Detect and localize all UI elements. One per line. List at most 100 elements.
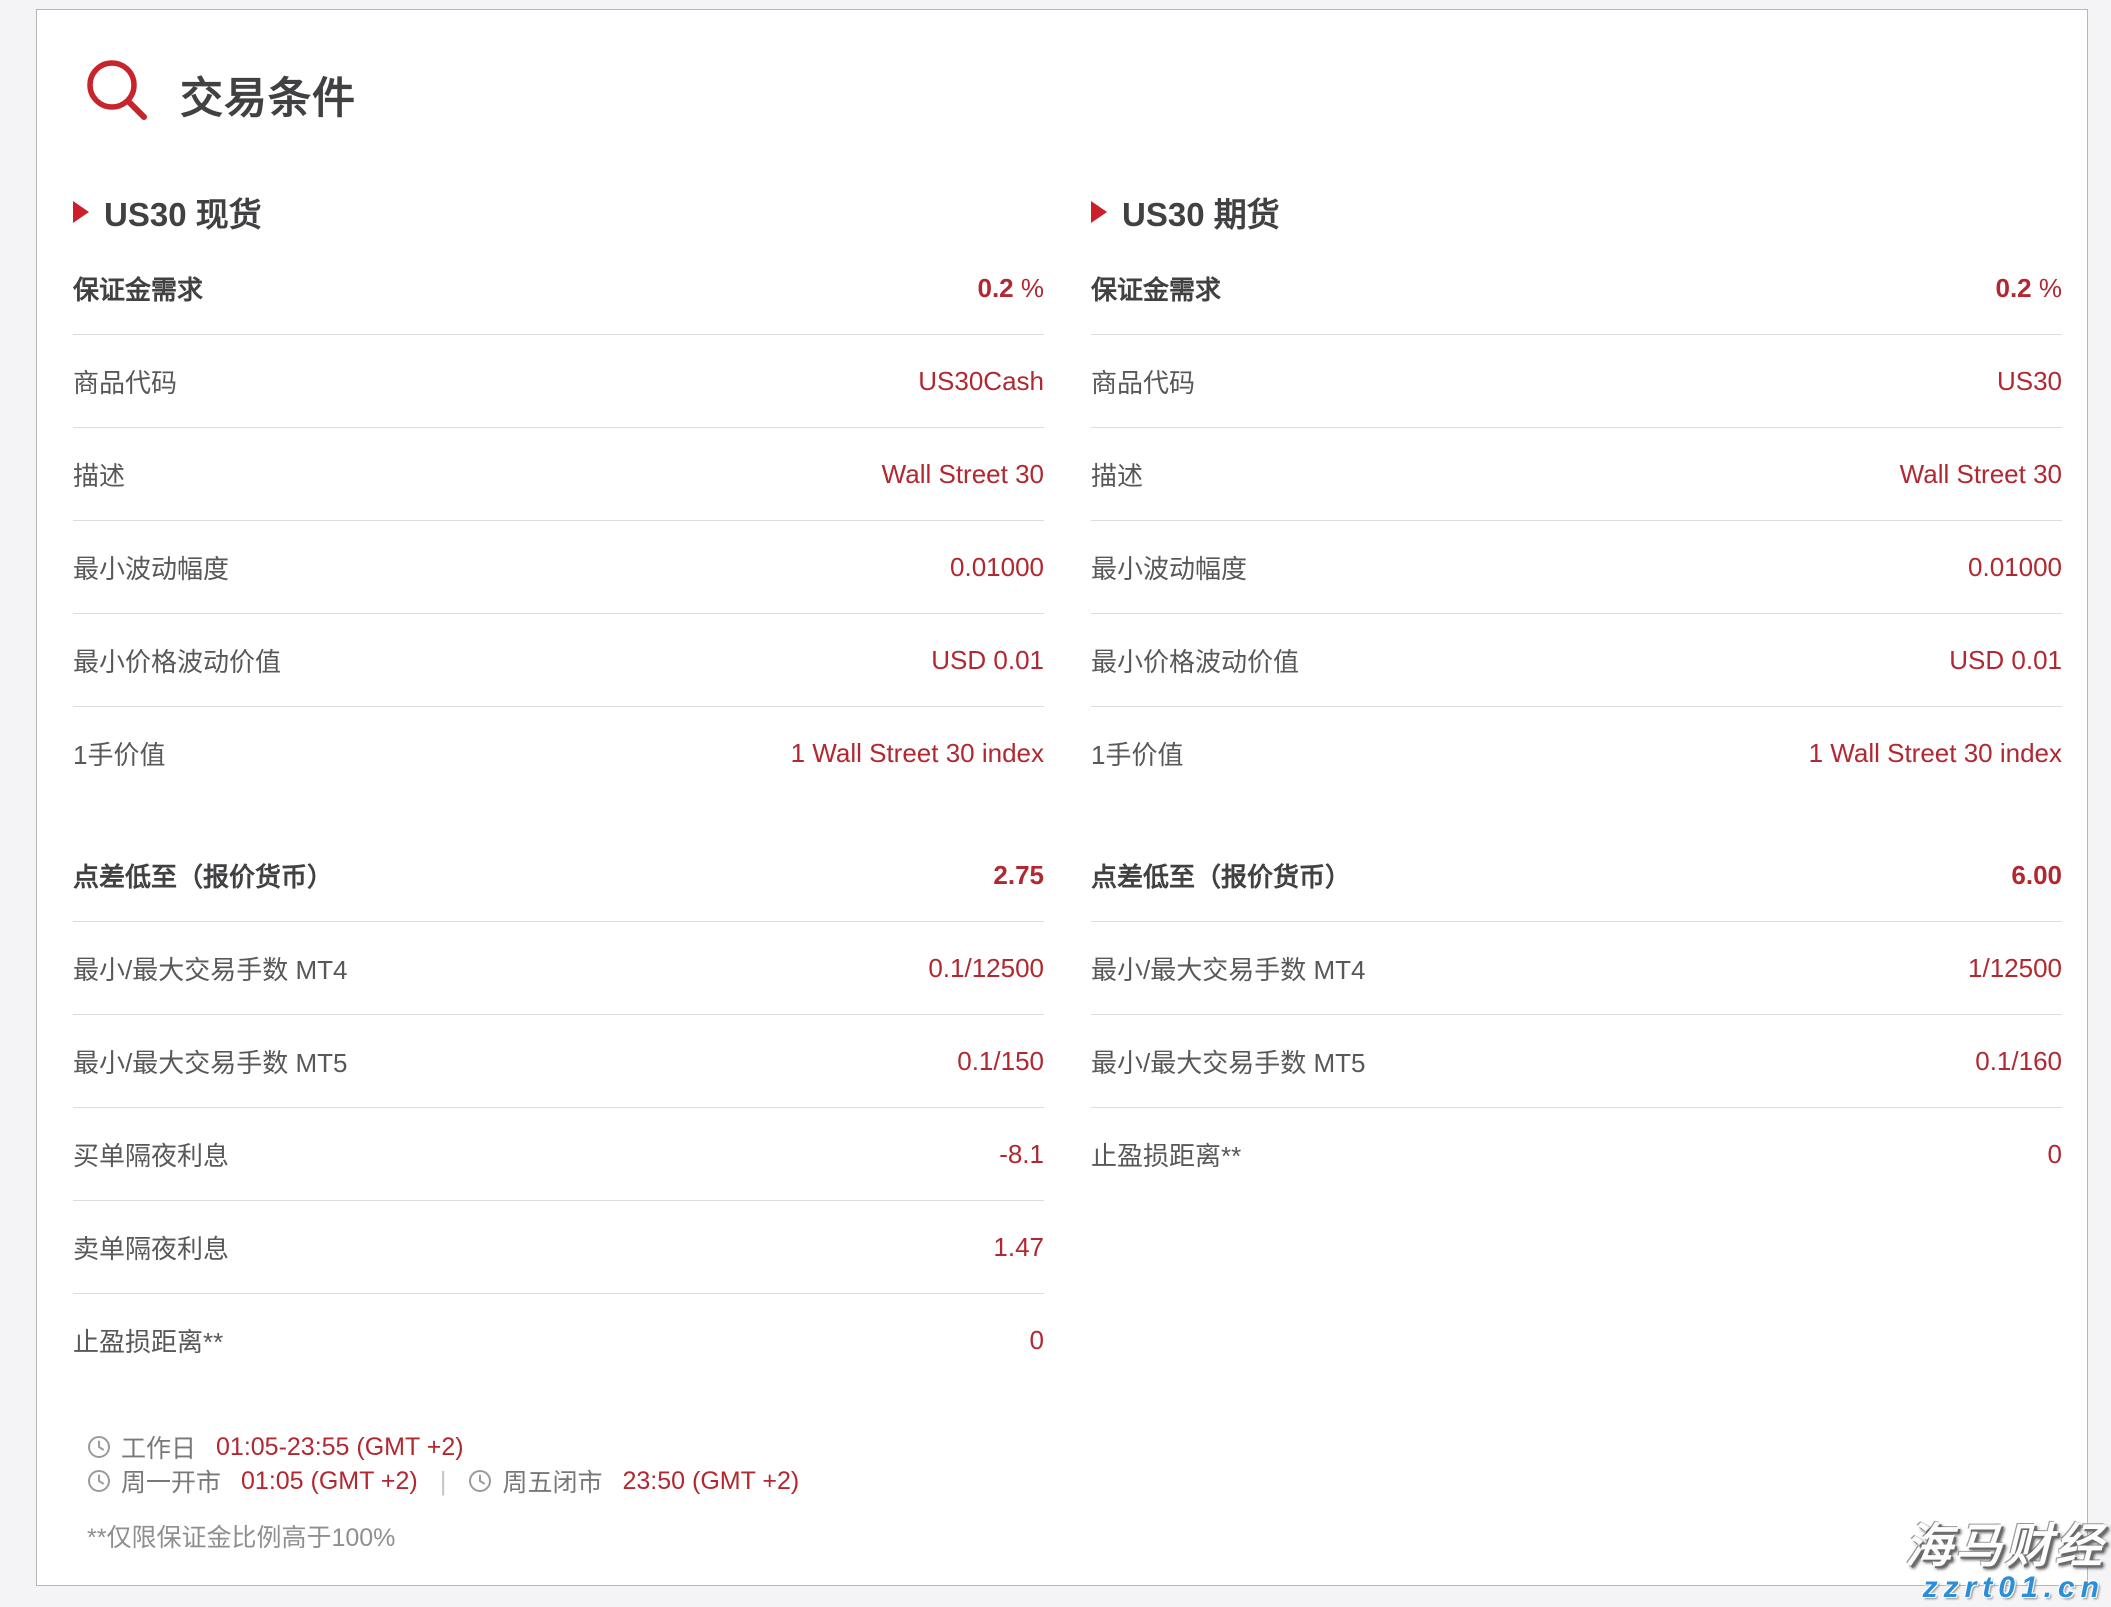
watermark-url-link[interactable]: zzrt01.cn	[1923, 1573, 2105, 1603]
clock-icon	[87, 1469, 111, 1493]
row-label: 1手价值	[1091, 735, 1183, 772]
row-value: 0.1/160	[1975, 1046, 2062, 1077]
hours-time: 23:50 (GMT +2)	[623, 1467, 800, 1496]
clock-icon	[468, 1469, 492, 1493]
trading-hours-segment: 工作日 01:05-23:55 (GMT +2)	[87, 1429, 464, 1465]
table-row: 买单隔夜利息-8.1	[73, 1108, 1044, 1201]
section-title: US30 期货	[1122, 188, 1280, 236]
row-label: 点差低至（报价货币）	[1091, 857, 1351, 894]
instrument-columns: US30 现货 保证金需求 0.2 % 商品代码 US30Cash 描述 Wall Str…	[73, 192, 2062, 1386]
table-row: 最小价格波动价值 USD 0.01	[73, 614, 1044, 707]
magnifier-icon	[82, 57, 154, 134]
row-value: US30	[1997, 366, 2062, 397]
row-value: 0.01000	[950, 552, 1044, 583]
row-value: 2.75	[993, 860, 1044, 891]
arrow-right-icon	[73, 201, 89, 223]
trading-hours-segment: 周五闭市 23:50 (GMT +2)	[468, 1463, 799, 1499]
table-row: 1手价值 1 Wall Street 30 index	[73, 707, 1044, 799]
row-value: 0	[2048, 1139, 2062, 1170]
table-row: 最小波动幅度 0.01000	[73, 521, 1044, 614]
table-row: 点差低至（报价货币） 2.75	[73, 829, 1044, 922]
trading-conditions-card: 交易条件 US30 现货 保证金需求 0.2 % 商品代码 US30Cash 描述 Wal…	[36, 9, 2088, 1586]
trading-table-futures: 点差低至（报价货币）6.00最小/最大交易手数 MT41/12500最小/最大交…	[1091, 829, 2062, 1200]
table-row: 止盈损距离** 0	[73, 1294, 1044, 1386]
column-us30-spot: US30 现货 保证金需求0.2 % 商品代码 US30Cash 描述 Wall Str…	[73, 192, 1044, 1386]
hours-label: 周一开市	[121, 1463, 221, 1499]
row-label: 止盈损距离**	[73, 1322, 223, 1359]
section-header-us30-spot[interactable]: US30 现货	[73, 192, 1044, 232]
row-value: 1/12500	[1968, 953, 2062, 984]
footer-divider: |	[440, 1466, 447, 1497]
site-watermark: 海马财经 zzrt01.cn	[1905, 1522, 2105, 1603]
row-value: Wall Street 30	[882, 459, 1044, 490]
hours-label: 周五闭市	[502, 1463, 602, 1499]
table-row: 商品代码 US30	[1091, 335, 2062, 428]
row-value: 0.1/150	[957, 1046, 1044, 1077]
page-header: 交易条件	[82, 60, 2087, 130]
table-row: 止盈损距离** 0	[1091, 1108, 2062, 1200]
hours-time: 01:05-23:55 (GMT +2)	[216, 1433, 464, 1462]
hours-label: 工作日	[121, 1429, 196, 1465]
row-label: 最小/最大交易手数 MT4	[1091, 950, 1365, 987]
row-label: 最小波动幅度	[73, 549, 229, 586]
arrow-right-icon	[1091, 201, 1107, 223]
row-value: 1 Wall Street 30 index	[1809, 738, 2062, 769]
hours-time: 01:05 (GMT +2)	[241, 1467, 418, 1496]
trading-hours-segment: 周一开市 01:05 (GMT +2)	[87, 1463, 418, 1499]
row-value: 6.00	[2011, 860, 2062, 891]
table-row: 最小价格波动价值 USD 0.01	[1091, 614, 2062, 707]
row-value: 0.2 %	[1996, 273, 2063, 304]
row-label: 最小/最大交易手数 MT5	[1091, 1043, 1365, 1080]
row-label: 描述	[1091, 456, 1143, 493]
table-row: 最小/最大交易手数 MT4 0.1/12500	[73, 922, 1044, 1015]
row-label: 保证金需求	[1091, 270, 1221, 307]
row-label: 1手价值	[73, 735, 165, 772]
table-row: 最小/最大交易手数 MT5 0.1/160	[1091, 1015, 2062, 1108]
trading-hours-line: 周一开市 01:05 (GMT +2) | 周五闭市 23:50 (GMT +2)	[87, 1464, 2087, 1498]
table-row: 描述Wall Street 30	[1091, 428, 2062, 521]
row-label: 卖单隔夜利息	[73, 1229, 229, 1266]
table-row: 最小/最大交易手数 MT5 0.1/150	[73, 1015, 1044, 1108]
table-row: 保证金需求 0.2 %	[1091, 242, 2062, 335]
table-row: 最小波动幅度 0.01000	[1091, 521, 2062, 614]
margin-note: **仅限保证金比例高于100%	[87, 1518, 2087, 1554]
table-row: 1手价值 1 Wall Street 30 index	[1091, 707, 2062, 799]
section-title: US30 现货	[104, 188, 262, 236]
row-value: 0	[1030, 1325, 1044, 1356]
page-title: 交易条件	[180, 64, 356, 126]
table-row: 卖单隔夜利息 1.47	[73, 1201, 1044, 1294]
row-label: 商品代码	[73, 363, 177, 400]
row-value: 0.1/12500	[928, 953, 1044, 984]
watermark-brand: 海马财经	[1905, 1522, 2105, 1569]
row-label: 买单隔夜利息	[73, 1136, 229, 1173]
row-value: 1 Wall Street 30 index	[791, 738, 1044, 769]
clock-icon	[87, 1435, 111, 1459]
row-value: 1.47	[993, 1232, 1044, 1263]
trading-table-spot: 点差低至（报价货币）2.75最小/最大交易手数 MT40.1/12500最小/最…	[73, 829, 1044, 1386]
trading-hours-footer: 工作日 01:05-23:55 (GMT +2)周一开市 01:05 (GMT +2…	[87, 1430, 2087, 1498]
page: { "header": { "title": "交易条件" }, "column…	[0, 0, 2111, 1607]
table-row: 最小/最大交易手数 MT4 1/12500	[1091, 922, 2062, 1015]
row-value: USD 0.01	[931, 645, 1044, 676]
row-value: 0.01000	[1968, 552, 2062, 583]
row-label: 最小/最大交易手数 MT4	[73, 950, 347, 987]
row-value: USD 0.01	[1949, 645, 2062, 676]
table-row: 点差低至（报价货币） 6.00	[1091, 829, 2062, 922]
row-label: 商品代码	[1091, 363, 1195, 400]
column-us30-futures: US30 期货 保证金需求 0.2 % 商品代码 US30 描述Wall Street …	[1091, 192, 2062, 1386]
row-label: 止盈损距离**	[1091, 1136, 1241, 1173]
row-label: 最小/最大交易手数 MT5	[73, 1043, 347, 1080]
spec-table-futures: 保证金需求0.2 %商品代码US30描述Wall Street 30最小波动幅度…	[1091, 242, 2062, 799]
table-row: 描述 Wall Street 30	[73, 428, 1044, 521]
spec-table-spot: 保证金需求0.2 % 商品代码 US30Cash 描述 Wall Street 30 最小…	[73, 242, 1044, 799]
row-label: 最小价格波动价值	[1091, 642, 1299, 679]
row-value: US30Cash	[918, 366, 1044, 397]
row-value: 0.2 %	[978, 273, 1045, 304]
table-row: 商品代码 US30Cash	[73, 335, 1044, 428]
row-label: 最小价格波动价值	[73, 642, 281, 679]
section-header-us30-futures[interactable]: US30 期货	[1091, 192, 2062, 232]
row-label: 描述	[73, 456, 125, 493]
row-label: 点差低至（报价货币）	[73, 857, 333, 894]
table-row: 保证金需求0.2 %	[73, 242, 1044, 335]
row-label: 最小波动幅度	[1091, 549, 1247, 586]
